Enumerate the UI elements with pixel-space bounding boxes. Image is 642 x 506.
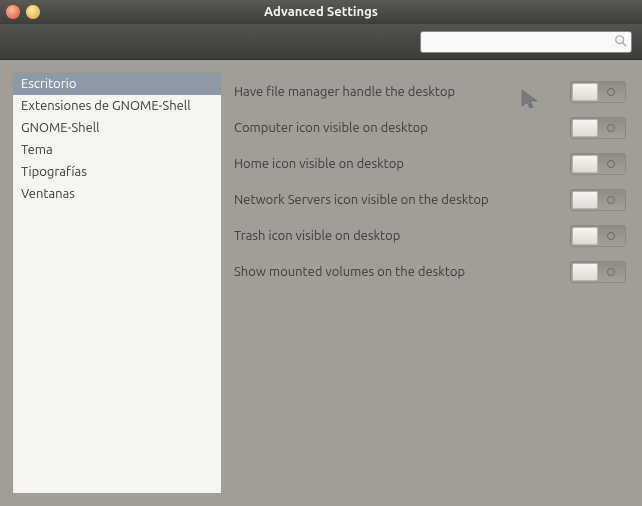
setting-label: Show mounted volumes on the desktop [234,265,465,279]
search-icon [614,34,628,48]
window-controls [6,5,40,19]
toggle-knob [572,83,598,101]
sidebar-item[interactable]: Ventanas [13,183,221,205]
sidebar-item-label: Tipografías [21,165,87,179]
toggle-switch[interactable] [570,153,626,175]
search-input[interactable] [420,31,632,53]
toggle-knob [572,227,598,245]
setting-row: Show mounted volumes on the desktop [234,254,630,290]
toggle-knob [572,119,598,137]
setting-row: Computer icon visible on desktop [234,110,630,146]
sidebar-item[interactable]: GNOME-Shell [13,117,221,139]
toggle-indicator-icon [607,232,615,240]
setting-label: Home icon visible on desktop [234,157,404,171]
setting-label: Have file manager handle the desktop [234,85,455,99]
sidebar-item-label: Ventanas [21,187,75,201]
titlebar: Advanced Settings [0,0,642,24]
setting-row: Home icon visible on desktop [234,146,630,182]
settings-panel: Have file manager handle the desktop Comp… [234,72,630,494]
sidebar: Escritorio Extensiones de GNOME-Shell GNOM… [12,72,222,494]
toggle-knob [572,263,598,281]
toggle-switch[interactable] [570,189,626,211]
minimize-icon[interactable] [26,5,40,19]
setting-label: Computer icon visible on desktop [234,121,428,135]
sidebar-item[interactable]: Tipografías [13,161,221,183]
toggle-indicator-icon [607,88,615,96]
setting-row: Have file manager handle the desktop [234,74,630,110]
toggle-indicator-icon [607,160,615,168]
toggle-switch[interactable] [570,117,626,139]
sidebar-item-label: GNOME-Shell [21,121,100,135]
sidebar-item-label: Extensiones de GNOME-Shell [21,99,191,113]
toggle-switch[interactable] [570,225,626,247]
sidebar-item-label: Escritorio [21,77,76,91]
content: Escritorio Extensiones de GNOME-Shell GNOM… [0,60,642,506]
toggle-switch[interactable] [570,261,626,283]
sidebar-item[interactable]: Tema [13,139,221,161]
setting-row: Trash icon visible on desktop [234,218,630,254]
sidebar-item[interactable]: Escritorio [13,73,221,95]
toggle-switch[interactable] [570,81,626,103]
setting-label: Trash icon visible on desktop [234,229,400,243]
sidebar-item-label: Tema [21,143,53,157]
toggle-indicator-icon [607,268,615,276]
sidebar-item[interactable]: Extensiones de GNOME-Shell [13,95,221,117]
toggle-indicator-icon [607,124,615,132]
close-icon[interactable] [6,5,20,19]
toggle-knob [572,155,598,173]
toolbar [0,24,642,60]
window-title: Advanced Settings [0,5,642,19]
search-wrap [420,31,632,53]
toggle-indicator-icon [607,196,615,204]
toggle-knob [572,191,598,209]
setting-row: Network Servers icon visible on the desk… [234,182,630,218]
setting-label: Network Servers icon visible on the desk… [234,193,489,207]
